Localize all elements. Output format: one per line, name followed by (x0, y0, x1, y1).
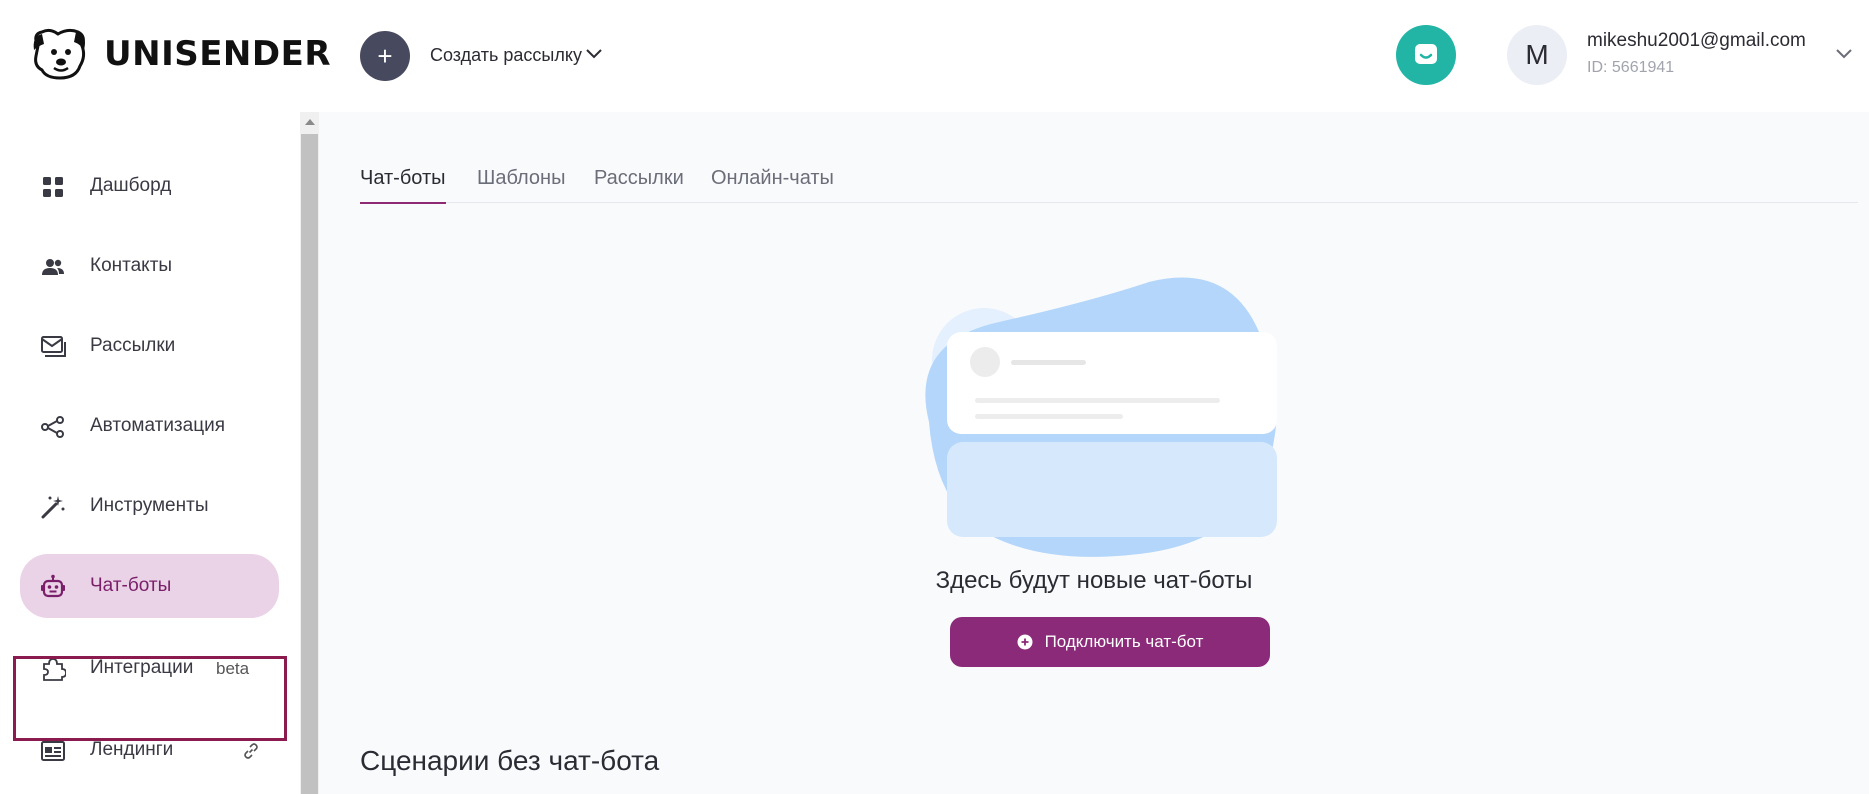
tab-campaigns[interactable]: Рассылки (594, 167, 684, 202)
dashboard-icon (43, 177, 63, 197)
user-id: ID: 5661941 (1587, 59, 1675, 76)
user-email[interactable]: mikeshu2001@gmail.com (1587, 30, 1806, 52)
chat-support-icon (1415, 44, 1437, 64)
sidebar-item-tools[interactable]: Инструменты (20, 474, 279, 538)
highlight-outline (13, 656, 287, 741)
support-chat-button[interactable] (1396, 25, 1456, 85)
plus-circle-icon (1017, 634, 1033, 650)
create-campaign-label[interactable]: Создать рассылку (430, 45, 582, 66)
sidebar-item-chatbots[interactable]: Чат-боты (20, 554, 279, 618)
magic-wand-icon (41, 496, 65, 519)
sidebar-nav: Дашборд Контакты Рассылки Автоматизация (0, 112, 300, 794)
tab-templates[interactable]: Шаблоны (477, 167, 565, 202)
plus-icon: + (377, 41, 393, 71)
mail-icon (41, 336, 66, 357)
top-header: UNISENDER + Создать рассылку M mikeshu20… (0, 0, 1869, 112)
user-avatar[interactable]: M (1507, 25, 1567, 85)
avatar-letter: M (1525, 39, 1549, 70)
sidebar-item-label: Автоматизация (90, 415, 225, 436)
sidebar-item-automation[interactable]: Автоматизация (20, 394, 279, 458)
dog-mascot-icon (33, 28, 86, 80)
sidebar-item-label: Инструменты (90, 495, 209, 516)
empty-state-title: Здесь будут новые чат-боты (935, 567, 1253, 594)
sidebar-item-label: Лендинги (90, 739, 174, 760)
chevron-down-icon[interactable] (584, 44, 604, 64)
section-title: Сценарии без чат-бота (360, 745, 660, 776)
scrollbar-thumb[interactable] (301, 134, 318, 794)
connect-chatbot-button[interactable]: Подключить чат-бот (950, 617, 1270, 667)
sidebar-item-label: Рассылки (90, 335, 176, 356)
tab-chatbots[interactable]: Чат-боты (360, 167, 446, 204)
sidebar-item-campaigns[interactable]: Рассылки (20, 314, 279, 378)
sidebar-item-dashboard[interactable]: Дашборд (20, 154, 279, 218)
landing-icon (41, 741, 65, 761)
sidebar-item-label: Дашборд (90, 175, 172, 196)
sidebar-scrollbar[interactable] (300, 112, 319, 794)
main-content: Чат-боты Шаблоны Рассылки Онлайн-чаты Зд… (319, 112, 1869, 794)
robot-icon (41, 574, 65, 598)
sidebar-item-contacts[interactable]: Контакты (20, 234, 279, 298)
sidebar-item-label: Контакты (90, 255, 173, 276)
automation-icon (41, 416, 64, 438)
sidebar-item-label: Чат-боты (90, 575, 172, 596)
contacts-icon (42, 259, 64, 275)
create-campaign-button[interactable]: + (360, 31, 410, 81)
connect-chatbot-label: Подключить чат-бот (1044, 632, 1204, 651)
tab-bar: Чат-боты Шаблоны Рассылки Онлайн-чаты (360, 167, 1858, 204)
link-icon[interactable] (242, 742, 260, 760)
tab-online-chats[interactable]: Онлайн-чаты (711, 167, 834, 202)
scroll-up-arrow-icon[interactable] (300, 112, 319, 132)
empty-state-illustration (925, 277, 1277, 557)
account-menu-chevron-icon[interactable] (1834, 44, 1854, 64)
unisender-logo[interactable]: UNISENDER (28, 26, 331, 82)
logo-text: UNISENDER (104, 34, 332, 74)
